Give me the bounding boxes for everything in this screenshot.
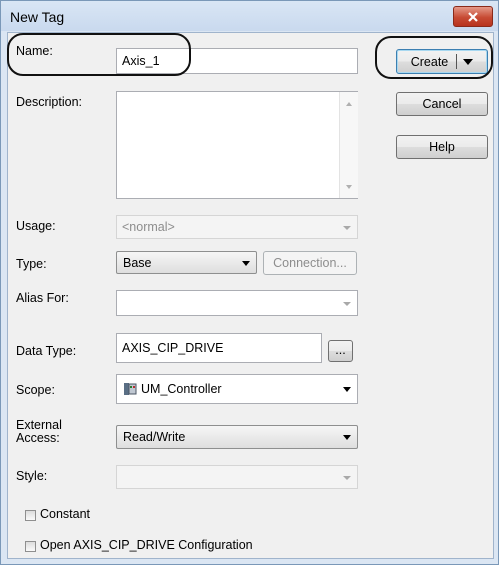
chevron-down-icon [343, 302, 351, 306]
dialog-body: Name: Axis_1 Description: Usage: <normal… [7, 32, 494, 559]
scroll-up-icon[interactable] [346, 102, 352, 106]
usage-select[interactable]: <normal> [116, 215, 358, 239]
constant-checkbox[interactable] [25, 510, 36, 521]
open-configuration-label[interactable]: Open AXIS_CIP_DRIVE Configuration [40, 538, 253, 552]
usage-label: Usage: [16, 219, 56, 233]
external-access-label: External Access: [16, 419, 62, 445]
alias-for-label: Alias For: [16, 291, 69, 305]
type-value: Base [123, 255, 152, 270]
data-type-label: Data Type: [16, 344, 77, 358]
style-select[interactable] [116, 465, 358, 489]
create-highlight-oval [375, 36, 493, 79]
title-bar[interactable]: New Tag [1, 1, 498, 31]
data-type-input[interactable]: AXIS_CIP_DRIVE [116, 333, 322, 363]
connection-button[interactable]: Connection... [263, 251, 357, 275]
scope-select[interactable]: UM_Controller [116, 374, 358, 404]
open-configuration-checkbox[interactable] [25, 541, 36, 552]
alias-for-select[interactable] [116, 290, 358, 316]
scroll-down-icon[interactable] [346, 185, 352, 189]
chevron-down-icon [343, 226, 351, 230]
type-select[interactable]: Base [116, 251, 257, 274]
chevron-down-icon [343, 476, 351, 480]
chevron-down-icon [242, 260, 250, 266]
help-button[interactable]: Help [396, 135, 488, 159]
description-scrollbar[interactable] [339, 92, 358, 198]
style-label: Style: [16, 469, 48, 483]
external-access-label-line1: External [16, 418, 62, 432]
external-access-select[interactable]: Read/Write [116, 425, 358, 449]
close-button[interactable] [453, 6, 493, 27]
usage-value: <normal> [122, 220, 175, 234]
controller-icon [124, 383, 137, 395]
name-highlight-oval [7, 33, 191, 76]
description-textarea[interactable] [116, 91, 358, 199]
scope-label: Scope: [16, 383, 55, 397]
chevron-down-icon [343, 435, 351, 440]
type-label: Type: [16, 257, 47, 271]
external-access-value: Read/Write [123, 430, 186, 444]
description-label: Description: [16, 95, 82, 109]
close-icon [468, 11, 478, 22]
chevron-down-icon [343, 387, 351, 392]
cancel-button[interactable]: Cancel [396, 92, 488, 116]
data-type-browse-button[interactable]: ... [328, 340, 353, 362]
new-tag-dialog: New Tag Name: Axis_1 Description: Usage:… [0, 0, 499, 565]
window-title: New Tag [10, 9, 65, 25]
external-access-label-line2: Access: [16, 431, 60, 445]
scope-value: UM_Controller [141, 382, 222, 396]
constant-label[interactable]: Constant [40, 507, 90, 521]
